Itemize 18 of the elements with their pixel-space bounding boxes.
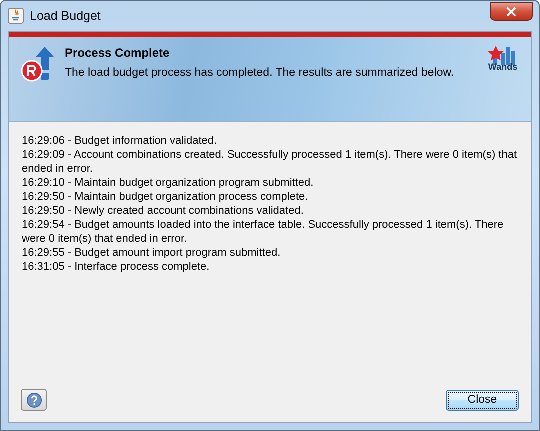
log-entry: 16:29:06 - Budget information validated. (22, 134, 218, 148)
close-button[interactable]: × (490, 2, 533, 20)
help-button[interactable] (21, 389, 47, 411)
log-entry: 16:29:50 - Maintain budget organization process complete. (22, 190, 310, 204)
log-entry: 16:31:05 - Interface process complete. (22, 260, 211, 274)
close-button[interactable]: Close (446, 390, 519, 410)
header-title: Process Complete (65, 46, 171, 60)
log-entry: 16:29:50 - Newly created account combinations validated. (22, 204, 305, 218)
header-message: The load budget process has completed. The results are summarized below. (65, 67, 456, 79)
window-title: Load Budget (30, 9, 102, 23)
log-entry: 16:29:54 - Budget amounts loaded into the interface table. Successfully processed 1 item(s). There were 0 item(s) that ended in error. (22, 218, 505, 246)
log-entry: 16:29:09 - Account combinations created. Successfully processed 1 item(s). There were 0 item(s) that ended in error. (22, 148, 518, 176)
logo-text: Wands (488, 62, 518, 72)
log-entry: 16:29:10 - Maintain budget organization program submitted. (22, 176, 315, 190)
help-icon (26, 392, 42, 408)
log-entry: 16:29:55 - Budget amount import program submitted. (22, 246, 282, 260)
info-upload-icon (21, 45, 55, 83)
java-icon (8, 8, 24, 24)
